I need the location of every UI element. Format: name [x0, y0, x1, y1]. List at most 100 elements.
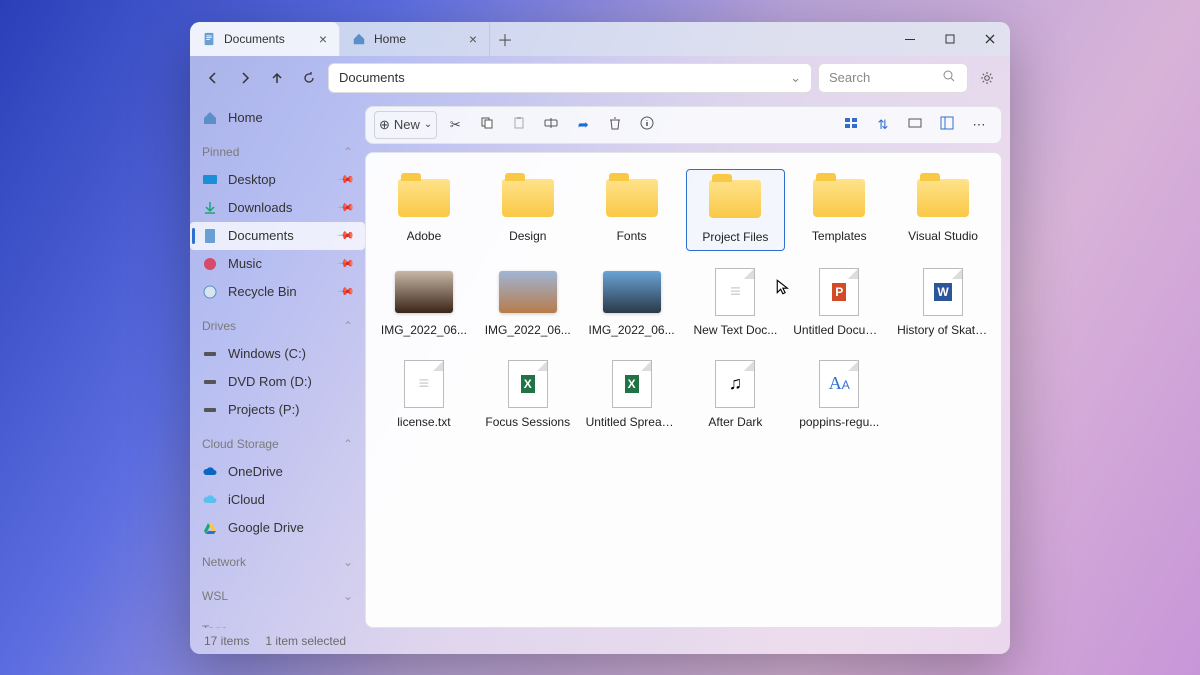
- sidebar-item-desktop[interactable]: Desktop📌: [190, 166, 365, 194]
- pin-icon[interactable]: 📌: [337, 170, 356, 189]
- sidebar-item-projects-p-[interactable]: Projects (P:): [190, 396, 365, 424]
- file-item[interactable]: IMG_2022_06...: [478, 263, 578, 343]
- pin-icon[interactable]: 📌: [337, 254, 356, 273]
- sidebar-section-drives[interactable]: Drives⌃: [190, 312, 365, 340]
- sidebar-item-documents[interactable]: Documents📌: [190, 222, 365, 250]
- settings-button[interactable]: [974, 65, 1000, 91]
- file-item[interactable]: XFocus Sessions: [478, 355, 578, 435]
- sort-button[interactable]: [837, 111, 865, 139]
- sidebar-section-network[interactable]: Network⌄: [190, 548, 365, 576]
- view-button[interactable]: ⇅: [869, 111, 897, 139]
- file-label: IMG_2022_06...: [381, 323, 467, 337]
- docx-icon: W: [923, 268, 963, 316]
- download-icon: [202, 200, 218, 216]
- file-item[interactable]: ≡license.txt: [374, 355, 474, 435]
- home-icon: [202, 110, 218, 126]
- sidebar-section-tags[interactable]: Tags⌄: [190, 616, 365, 628]
- font-icon: AA: [819, 360, 859, 408]
- share-button[interactable]: ➦: [569, 111, 597, 139]
- back-button[interactable]: [200, 65, 226, 91]
- copy-icon: [479, 115, 495, 134]
- more-icon: ⋯: [973, 117, 986, 133]
- sidebar-item-music[interactable]: Music📌: [190, 250, 365, 278]
- file-grid[interactable]: AdobeDesignFonts Project Files Templates Vi…: [365, 152, 1002, 628]
- minimize-button[interactable]: [890, 22, 930, 56]
- sidebar-section-cloud-storage[interactable]: Cloud Storage⌃: [190, 430, 365, 458]
- share-icon: ➦: [578, 117, 589, 133]
- file-item[interactable]: ≡New Text Doc...: [686, 263, 786, 343]
- sidebar-item-onedrive[interactable]: OneDrive: [190, 458, 365, 486]
- file-item[interactable]: IMG_2022_06...: [582, 263, 682, 343]
- sidebar-label: iCloud: [228, 492, 265, 507]
- file-item[interactable]: ♫After Dark: [686, 355, 786, 435]
- sidebar-item-windows-c-[interactable]: Windows (C:): [190, 340, 365, 368]
- sidebar-section-wsl[interactable]: WSL⌄: [190, 582, 365, 610]
- sidebar-label: DVD Rom (D:): [228, 374, 312, 389]
- sidebar-item-google-drive[interactable]: Google Drive: [190, 514, 365, 542]
- file-item[interactable]: IMG_2022_06...: [374, 263, 474, 343]
- forward-button[interactable]: [232, 65, 258, 91]
- add-tab-button[interactable]: ＋: [490, 22, 520, 56]
- file-item[interactable]: XUntitled Spreads...: [582, 355, 682, 435]
- pin-icon[interactable]: 📌: [337, 282, 356, 301]
- file-label: History of Skate...: [897, 323, 989, 337]
- doc-icon: [202, 228, 218, 244]
- sidebar-item-icloud[interactable]: iCloud: [190, 486, 365, 514]
- new-label: New: [394, 117, 420, 132]
- close-icon[interactable]: ×: [469, 31, 477, 47]
- filter-button[interactable]: [901, 111, 929, 139]
- cut-button[interactable]: ✂: [441, 111, 469, 139]
- delete-button[interactable]: [601, 111, 629, 139]
- close-icon[interactable]: ×: [319, 31, 327, 47]
- pin-icon[interactable]: 📌: [337, 198, 356, 217]
- file-item[interactable]: Templates: [789, 169, 889, 251]
- file-label: After Dark: [708, 415, 762, 429]
- file-label: Templates: [812, 229, 867, 243]
- address-bar[interactable]: Documents ⌄: [328, 63, 812, 93]
- sidebar-section-pinned[interactable]: Pinned⌃: [190, 138, 365, 166]
- new-button[interactable]: ⊕ New ⌄: [374, 111, 437, 139]
- file-item[interactable]: Design: [478, 169, 578, 251]
- file-label: license.txt: [397, 415, 450, 429]
- info-button[interactable]: [633, 111, 661, 139]
- file-label: IMG_2022_06...: [589, 323, 675, 337]
- tab-home[interactable]: Home ×: [340, 22, 490, 56]
- file-item[interactable]: W History of Skate...: [893, 263, 993, 343]
- layout-button[interactable]: [933, 111, 961, 139]
- paste-button[interactable]: [505, 111, 533, 139]
- pin-icon[interactable]: 📌: [337, 226, 356, 245]
- sidebar-label: Recycle Bin: [228, 284, 297, 299]
- toolbar: ⊕ New ⌄ ✂ ➦ ⇅ ⋯: [365, 106, 1002, 144]
- file-item[interactable]: Visual Studio: [893, 169, 993, 251]
- sidebar-item-recycle-bin[interactable]: Recycle Bin 📌: [190, 278, 365, 306]
- up-button[interactable]: [264, 65, 290, 91]
- drive-icon: [202, 346, 218, 362]
- status-bar: 17 items 1 item selected: [190, 628, 1010, 654]
- rename-button[interactable]: [537, 111, 565, 139]
- refresh-button[interactable]: [296, 65, 322, 91]
- file-item[interactable]: PUntitled Docum...: [789, 263, 889, 343]
- search-input[interactable]: Search: [818, 63, 968, 93]
- sidebar-label: Windows (C:): [228, 346, 306, 361]
- file-item[interactable]: Adobe: [374, 169, 474, 251]
- maximize-button[interactable]: [930, 22, 970, 56]
- file-label: Project Files: [702, 230, 768, 244]
- cloud-blue-icon: [202, 464, 218, 480]
- desktop-icon: [202, 172, 218, 188]
- sidebar-item-downloads[interactable]: Downloads📌: [190, 194, 365, 222]
- titlebar: Documents × Home × ＋: [190, 22, 1010, 56]
- sidebar-item-dvd-rom-d-[interactable]: DVD Rom (D:): [190, 368, 365, 396]
- file-explorer-window: Documents × Home × ＋ Documents ⌄ Search: [190, 22, 1010, 654]
- file-item[interactable]: AApoppins-regu...: [789, 355, 889, 435]
- folder-icon: [606, 179, 658, 217]
- file-item[interactable]: Fonts: [582, 169, 682, 251]
- close-button[interactable]: [970, 22, 1010, 56]
- chevron-down-icon[interactable]: ⌄: [790, 70, 801, 86]
- chevron-icon: ⌃: [343, 319, 353, 333]
- music-icon: [202, 256, 218, 272]
- more-button[interactable]: ⋯: [965, 111, 993, 139]
- sidebar-home[interactable]: Home: [190, 104, 365, 132]
- tab-documents[interactable]: Documents ×: [190, 22, 340, 56]
- file-item[interactable]: Project Files: [686, 169, 786, 251]
- copy-button[interactable]: [473, 111, 501, 139]
